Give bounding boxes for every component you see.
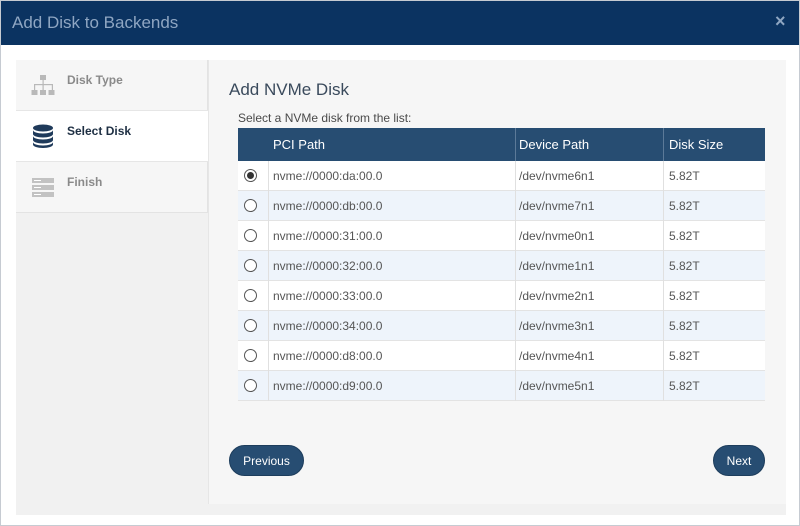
database-icon (33, 124, 53, 148)
dialog-body: Disk Type Select Disk Finish Add NVMe Di… (16, 60, 786, 515)
cell-divider (515, 341, 516, 371)
cell-divider (268, 281, 269, 311)
device-path-cell: /dev/nvme0n1 (519, 229, 595, 243)
disk-radio[interactable] (244, 199, 257, 212)
cell-divider (515, 221, 516, 251)
hierarchy-icon (31, 75, 55, 95)
disk-size-cell: 5.82T (669, 199, 700, 213)
cell-divider (663, 251, 664, 281)
device-path-cell: /dev/nvme2n1 (519, 289, 595, 303)
cell-divider (663, 161, 664, 191)
cell-divider (515, 161, 516, 191)
disk-radio[interactable] (244, 229, 257, 242)
table-row[interactable]: nvme://0000:d9:00.0/dev/nvme5n1 5.82T (238, 371, 765, 401)
device-path-cell: /dev/nvme6n1 (519, 169, 595, 183)
next-button[interactable]: Next (713, 445, 765, 476)
table-row[interactable]: nvme://0000:da:00.0/dev/nvme6n1 5.82T (238, 161, 765, 191)
step-finish[interactable]: Finish (16, 162, 208, 213)
cell-divider (268, 191, 269, 221)
pci-path-cell: nvme://0000:da:00.0 (273, 169, 383, 183)
disk-radio[interactable] (244, 259, 257, 272)
cell-divider (268, 311, 269, 341)
disk-size-cell: 5.82T (669, 229, 700, 243)
column-header-device-path[interactable]: Device Path (519, 128, 589, 161)
pci-path-cell: nvme://0000:33:00.0 (273, 289, 383, 303)
cell-divider (663, 191, 664, 221)
device-path-cell: /dev/nvme3n1 (519, 319, 595, 333)
cell-divider (663, 281, 664, 311)
cell-divider (268, 371, 269, 401)
table-row[interactable]: nvme://0000:db:00.0/dev/nvme7n1 5.82T (238, 191, 765, 221)
pci-path-cell: nvme://0000:34:00.0 (273, 319, 383, 333)
close-icon[interactable]: × (775, 12, 789, 30)
cell-divider (515, 281, 516, 311)
disk-radio[interactable] (244, 319, 257, 332)
cell-divider (268, 251, 269, 281)
device-path-cell: /dev/nvme5n1 (519, 379, 595, 393)
panel-hint: Select a NVMe disk from the list: (238, 111, 412, 125)
cell-divider (663, 341, 664, 371)
disk-table: PCI Path Device Path Disk Size nvme://00… (238, 128, 765, 401)
column-divider (515, 128, 516, 161)
disk-radio[interactable] (244, 349, 257, 362)
table-row[interactable]: nvme://0000:33:00.0/dev/nvme2n1 5.82T (238, 281, 765, 311)
pci-path-cell: nvme://0000:db:00.0 (273, 199, 383, 213)
step-label: Select Disk (67, 124, 132, 138)
table-body: nvme://0000:da:00.0/dev/nvme6n1 5.82T nvme… (238, 161, 765, 401)
select-disk-panel: Add NVMe Disk Select a NVMe disk from th… (209, 60, 786, 504)
cell-divider (515, 191, 516, 221)
dialog-titlebar: Add Disk to Backends × (1, 1, 799, 45)
disk-size-cell: 5.82T (669, 379, 700, 393)
device-path-cell: /dev/nvme7n1 (519, 199, 595, 213)
cell-divider (268, 161, 269, 191)
cell-divider (268, 341, 269, 371)
cell-divider (515, 371, 516, 401)
step-disk-type[interactable]: Disk Type (16, 60, 208, 111)
step-label: Finish (67, 175, 103, 189)
cell-divider (515, 251, 516, 281)
disk-radio[interactable] (244, 379, 257, 392)
table-row[interactable]: nvme://0000:d8:00.0/dev/nvme4n1 5.82T (238, 341, 765, 371)
table-row[interactable]: nvme://0000:31:00.0/dev/nvme0n1 5.82T (238, 221, 765, 251)
previous-button[interactable]: Previous (229, 445, 304, 476)
device-path-cell: /dev/nvme4n1 (519, 349, 595, 363)
disk-size-cell: 5.82T (669, 169, 700, 183)
cell-divider (663, 311, 664, 341)
column-divider (663, 128, 664, 161)
cell-divider (268, 221, 269, 251)
wizard-steps: Disk Type Select Disk Finish (16, 60, 208, 213)
pci-path-cell: nvme://0000:31:00.0 (273, 229, 383, 243)
disk-size-cell: 5.82T (669, 349, 700, 363)
pci-path-cell: nvme://0000:d8:00.0 (273, 349, 383, 363)
column-header-disk-size[interactable]: Disk Size (669, 128, 723, 161)
pci-path-cell: nvme://0000:32:00.0 (273, 259, 383, 273)
table-row[interactable]: nvme://0000:32:00.0/dev/nvme1n1 5.82T (238, 251, 765, 281)
cell-divider (663, 221, 664, 251)
step-select-disk[interactable]: Select Disk (16, 111, 208, 162)
disk-size-cell: 5.82T (669, 289, 700, 303)
add-disk-dialog: Add Disk to Backends × Disk Type Select … (0, 0, 800, 526)
disk-size-cell: 5.82T (669, 319, 700, 333)
table-row[interactable]: nvme://0000:34:00.0/dev/nvme3n1 5.82T (238, 311, 765, 341)
step-label: Disk Type (67, 73, 123, 87)
table-header: PCI Path Device Path Disk Size (238, 128, 765, 161)
server-stack-icon (32, 178, 54, 197)
cell-divider (515, 311, 516, 341)
disk-radio[interactable] (244, 169, 257, 182)
cell-divider (663, 371, 664, 401)
disk-radio[interactable] (244, 289, 257, 302)
panel-title: Add NVMe Disk (229, 80, 349, 99)
pci-path-cell: nvme://0000:d9:00.0 (273, 379, 383, 393)
dialog-title: Add Disk to Backends (12, 13, 179, 32)
device-path-cell: /dev/nvme1n1 (519, 259, 595, 273)
disk-size-cell: 5.82T (669, 259, 700, 273)
column-header-pci-path[interactable]: PCI Path (273, 128, 325, 161)
